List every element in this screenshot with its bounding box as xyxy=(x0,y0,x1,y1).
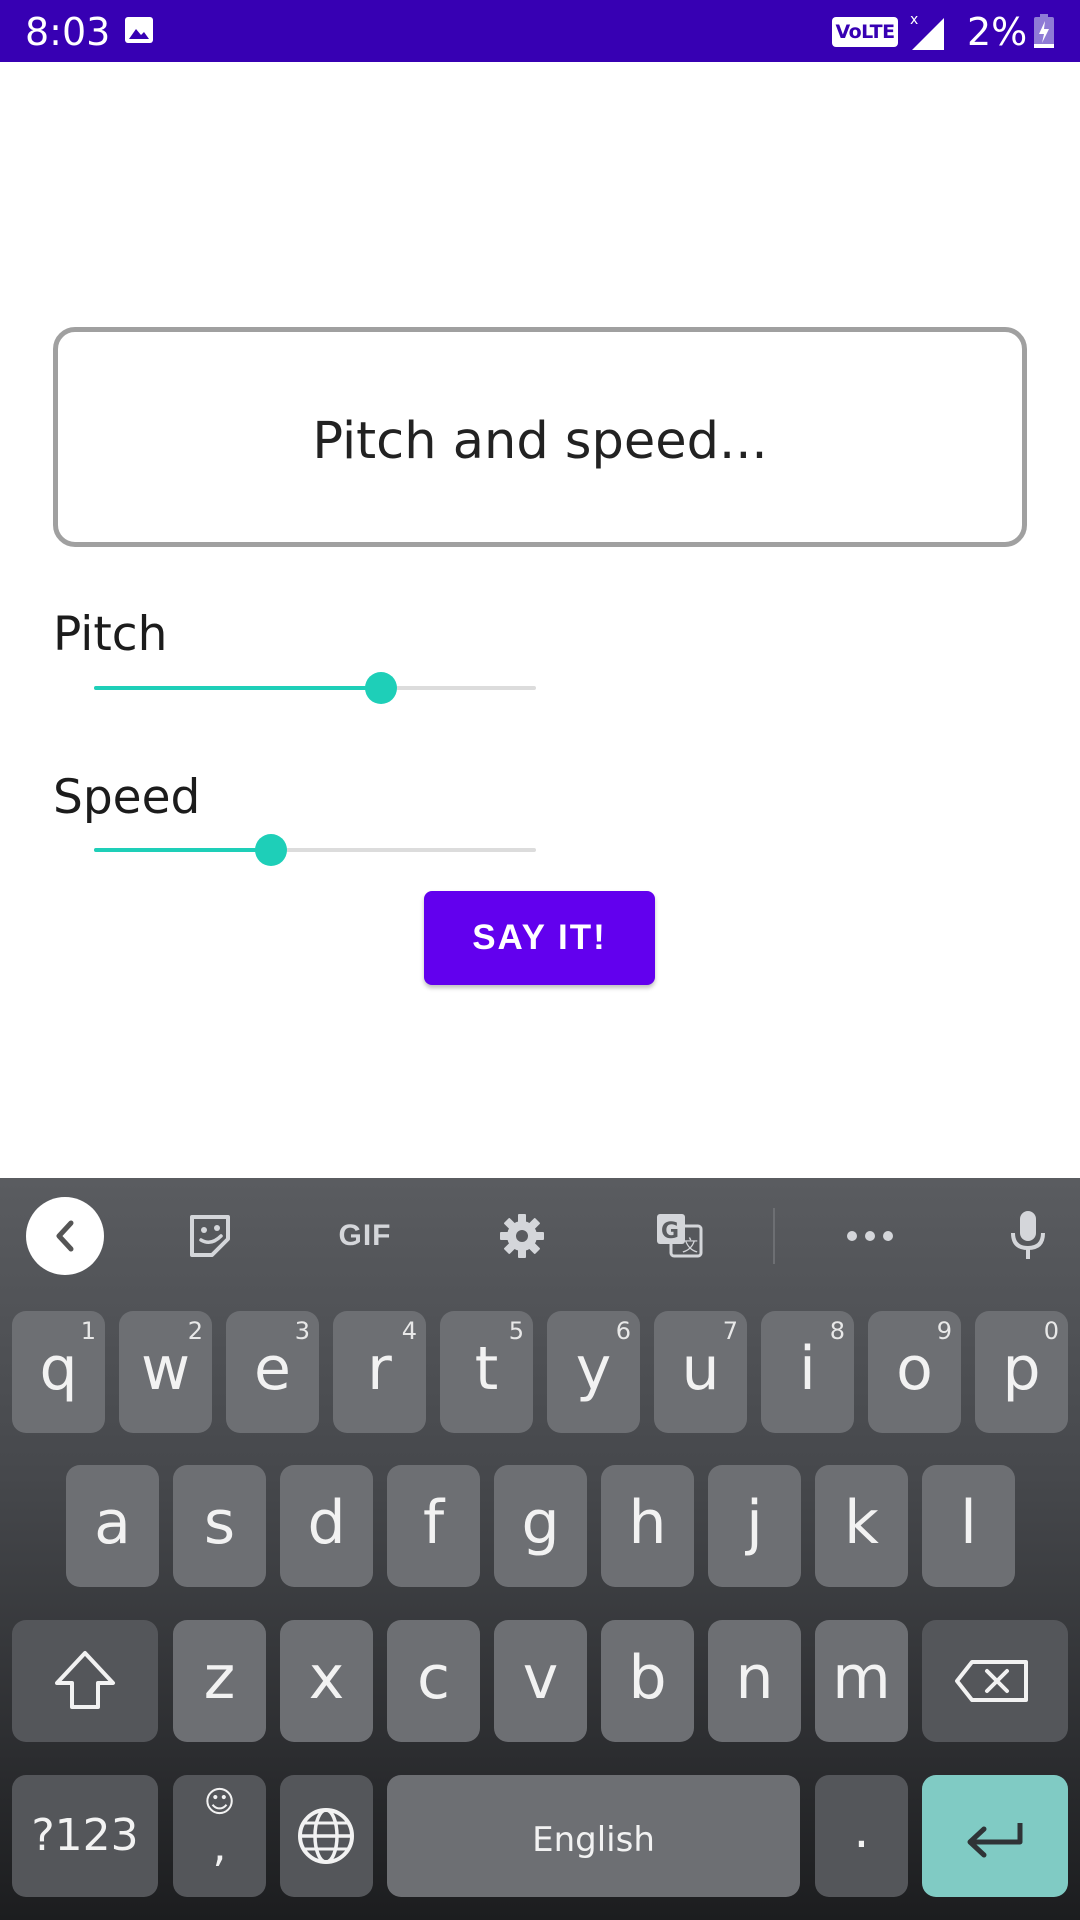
key-q[interactable]: q1 xyxy=(12,1311,105,1433)
key-v[interactable]: v xyxy=(494,1620,587,1742)
period-key[interactable]: . xyxy=(815,1775,908,1897)
translate-button[interactable]: G 文 xyxy=(652,1211,708,1261)
language-key[interactable] xyxy=(280,1775,373,1897)
comma-key[interactable]: ☺ , xyxy=(173,1775,266,1897)
signal-icon: x xyxy=(910,12,944,50)
translate-icon: G 文 xyxy=(657,1214,703,1258)
key-a[interactable]: a xyxy=(66,1465,159,1587)
key-c[interactable]: c xyxy=(387,1620,480,1742)
image-icon xyxy=(125,17,153,43)
key-t[interactable]: t5 xyxy=(440,1311,533,1433)
settings-button[interactable] xyxy=(494,1211,550,1261)
key-m[interactable]: m xyxy=(815,1620,908,1742)
key-o[interactable]: o9 xyxy=(868,1311,961,1433)
pitch-slider-fill xyxy=(94,686,382,690)
speed-slider-thumb[interactable] xyxy=(254,834,287,866)
sticker-icon xyxy=(190,1215,230,1257)
space-key[interactable]: English xyxy=(387,1775,800,1897)
shift-key[interactable] xyxy=(12,1620,158,1742)
status-time: 8:03 xyxy=(25,10,111,54)
more-button[interactable] xyxy=(842,1211,898,1261)
settings-icon xyxy=(500,1214,544,1258)
gif-button[interactable]: GIF xyxy=(322,1211,408,1261)
battery-percent: 2% xyxy=(967,10,1028,54)
key-k[interactable]: k xyxy=(815,1465,908,1587)
say-it-button[interactable]: SAY IT! xyxy=(424,891,655,985)
key-e[interactable]: e3 xyxy=(226,1311,319,1433)
symbols-key[interactable]: ?123 xyxy=(12,1775,158,1897)
key-x[interactable]: x xyxy=(280,1620,373,1742)
key-p[interactable]: p0 xyxy=(975,1311,1068,1433)
backspace-key[interactable] xyxy=(922,1620,1068,1742)
pitch-slider-thumb[interactable] xyxy=(365,672,398,704)
key-w[interactable]: w2 xyxy=(119,1311,212,1433)
pitch-label: Pitch xyxy=(53,607,168,662)
pitch-slider[interactable] xyxy=(94,668,536,708)
voice-input-button[interactable] xyxy=(1000,1206,1056,1264)
key-r[interactable]: r4 xyxy=(333,1311,426,1433)
key-b[interactable]: b xyxy=(601,1620,694,1742)
volte-badge: VoLTE xyxy=(832,17,898,47)
keyboard-toolbar: GIF G 文 xyxy=(0,1178,1080,1288)
key-f[interactable]: f xyxy=(387,1465,480,1587)
status-bar: 8:03 VoLTE x 2% xyxy=(0,0,1080,62)
globe-icon xyxy=(298,1808,354,1864)
keyboard: GIF G 文 q 1 w 2 e 3 r 4 t 5 y 6 u 7 i 8 … xyxy=(0,1178,1080,1920)
key-i[interactable]: i8 xyxy=(761,1311,854,1433)
key-j[interactable]: j xyxy=(708,1465,801,1587)
key-h[interactable]: h xyxy=(601,1465,694,1587)
key-d[interactable]: d xyxy=(280,1465,373,1587)
emoji-icon: ☺ xyxy=(203,1785,236,1820)
key-l[interactable]: l xyxy=(922,1465,1015,1587)
key-u[interactable]: u7 xyxy=(654,1311,747,1433)
speed-label: Speed xyxy=(53,770,201,825)
sticker-button[interactable] xyxy=(182,1211,238,1261)
shift-icon xyxy=(55,1651,115,1709)
enter-key[interactable] xyxy=(922,1775,1068,1897)
enter-icon xyxy=(967,1823,1023,1858)
more-icon xyxy=(847,1231,893,1241)
gif-icon: GIF xyxy=(338,1219,392,1252)
microphone-icon xyxy=(1011,1211,1045,1259)
key-g[interactable]: g xyxy=(494,1465,587,1587)
text-input[interactable]: Pitch and speed... xyxy=(53,327,1027,547)
key-z[interactable]: z xyxy=(173,1620,266,1742)
svg-text:x: x xyxy=(910,12,918,28)
speed-slider-fill xyxy=(94,848,271,852)
speed-slider[interactable] xyxy=(94,830,536,870)
svg-text:G: G xyxy=(661,1219,679,1244)
backspace-icon xyxy=(955,1660,1028,1702)
back-icon xyxy=(56,1220,74,1252)
battery-charging-icon xyxy=(1034,14,1054,48)
toolbar-divider xyxy=(773,1208,775,1264)
keyboard-back-button[interactable] xyxy=(26,1197,104,1275)
text-input-value: Pitch and speed... xyxy=(312,412,768,471)
svg-text:文: 文 xyxy=(682,1236,698,1255)
key-s[interactable]: s xyxy=(173,1465,266,1587)
key-y[interactable]: y6 xyxy=(547,1311,640,1433)
key-n[interactable]: n xyxy=(708,1620,801,1742)
